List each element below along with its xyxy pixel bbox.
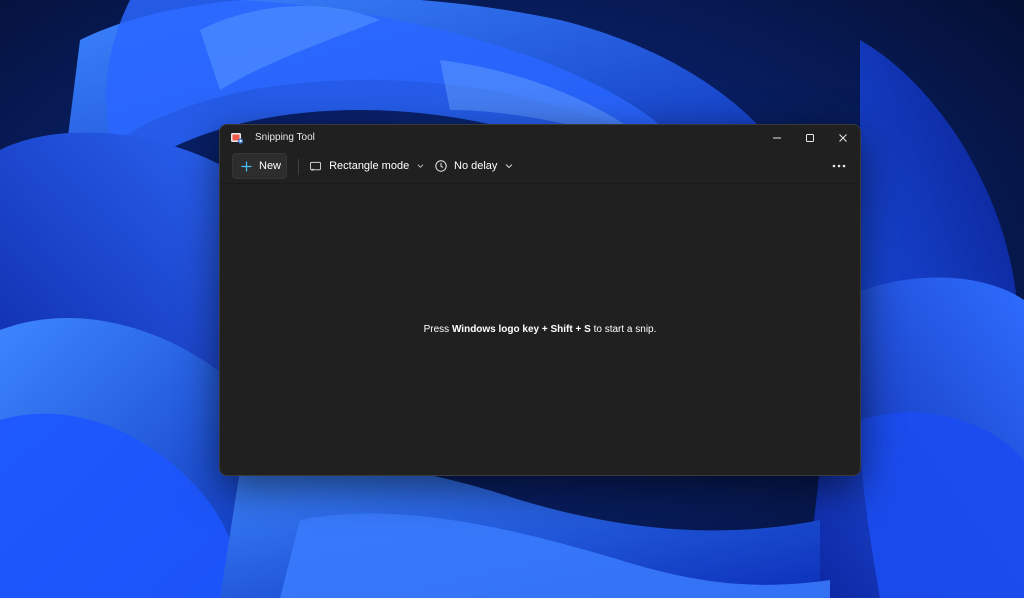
more-options-button[interactable] — [824, 153, 854, 179]
clock-icon — [435, 160, 447, 172]
toolbar: New Rectangle mode No delay — [220, 151, 860, 184]
plus-icon — [241, 161, 252, 171]
title-bar[interactable]: Snipping Tool — [220, 125, 860, 151]
hint-prefix: Press — [423, 324, 452, 335]
chevron-down-icon — [417, 164, 424, 168]
hint-key-windows: Windows logo key — [451, 324, 540, 335]
new-snip-button[interactable]: New — [232, 153, 287, 179]
snip-hint-text: Press Windows logo key + Shift + S to st… — [220, 323, 860, 336]
delay-dropdown[interactable]: No delay — [432, 153, 514, 179]
snipping-tool-icon — [231, 133, 244, 144]
toolbar-divider — [298, 159, 299, 175]
minimize-button[interactable] — [760, 125, 793, 151]
close-button[interactable] — [826, 125, 859, 151]
new-button-label: New — [259, 160, 282, 172]
maximize-icon — [805, 134, 814, 142]
window-title: Snipping Tool — [255, 132, 315, 143]
snip-mode-label: Rectangle mode — [329, 160, 410, 172]
rectangle-mode-icon — [310, 161, 321, 171]
maximize-button[interactable] — [793, 125, 826, 151]
more-options-icon — [832, 164, 846, 168]
hint-plus-2: + — [572, 324, 585, 335]
hint-plus-1: + — [539, 324, 551, 335]
delay-label: No delay — [454, 160, 498, 172]
snip-mode-dropdown[interactable]: Rectangle mode — [306, 153, 424, 179]
hint-suffix: to start a snip. — [590, 324, 657, 335]
hint-key-shift: Shift — [550, 324, 573, 335]
hint-key-s: S — [584, 324, 591, 335]
chevron-down-icon — [506, 164, 513, 169]
snip-canvas: Press Windows logo key + Shift + S to st… — [220, 184, 860, 475]
close-icon — [838, 134, 847, 142]
minimize-icon — [772, 137, 781, 139]
snipping-tool-window: Snipping Tool New Rectangle mode No dela… — [219, 124, 861, 476]
